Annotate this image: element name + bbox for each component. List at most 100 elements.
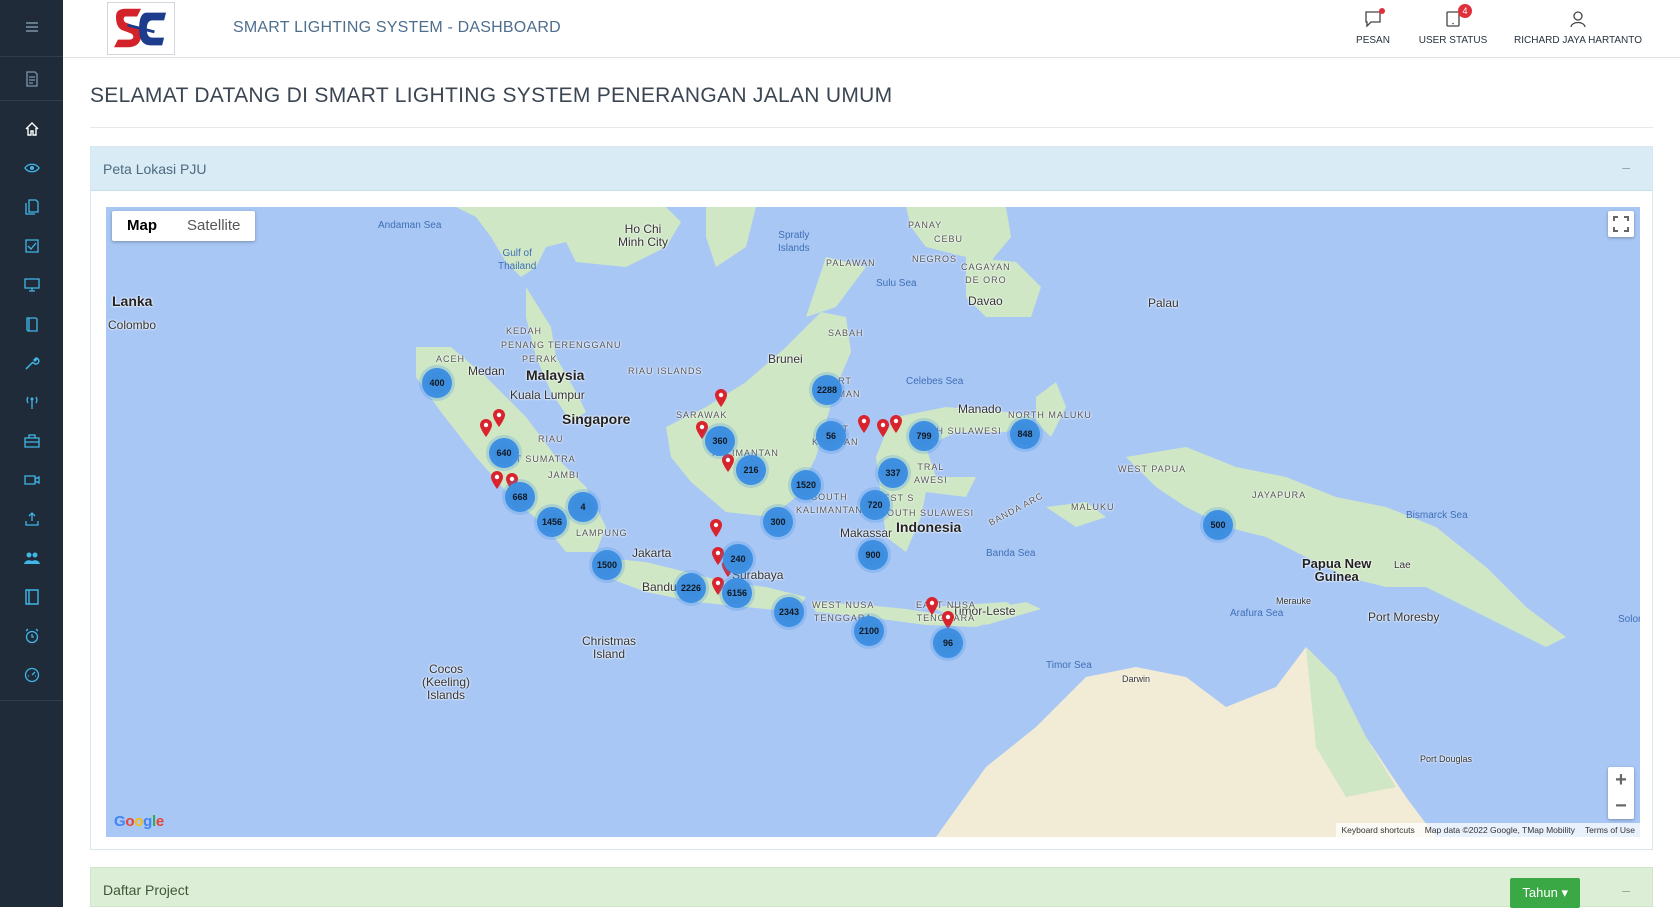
place-kedah: KEDAH xyxy=(506,326,543,336)
zoom-in-button[interactable]: + xyxy=(1608,767,1634,793)
place-banda-sea: Banda Sea xyxy=(986,548,1036,559)
collapse-button[interactable]: – xyxy=(1622,159,1630,175)
place-jakarta: Jakarta xyxy=(632,546,672,560)
google-logo: Google xyxy=(114,813,164,830)
map-data-text: Map data ©2022 Google, TMap Mobility xyxy=(1424,825,1575,835)
marker-cluster[interactable]: 56 xyxy=(816,421,846,451)
place-north-sulawesi: TH SULAWESI xyxy=(930,426,1002,436)
toolbox-icon[interactable] xyxy=(0,422,63,460)
marker-cluster[interactable]: 2100 xyxy=(854,616,884,646)
location-pin[interactable] xyxy=(714,389,728,407)
user-status-button[interactable]: 4 USER STATUS xyxy=(1411,4,1495,46)
marker-cluster[interactable]: 1500 xyxy=(592,550,622,580)
marker-cluster[interactable]: 720 xyxy=(860,490,890,520)
place-davao: Davao xyxy=(968,294,1003,308)
location-pin[interactable] xyxy=(876,419,890,437)
company-logo[interactable] xyxy=(107,2,175,55)
user-menu[interactable]: RICHARD JAYA HARTANTO xyxy=(1503,10,1653,46)
caret-down-icon: ▾ xyxy=(1561,885,1568,900)
report-icon[interactable] xyxy=(0,578,63,616)
location-pin[interactable] xyxy=(857,415,871,433)
marker-cluster[interactable]: 640 xyxy=(489,438,519,468)
marker-cluster[interactable]: 96 xyxy=(933,628,963,658)
project-collapse-button[interactable]: – xyxy=(1622,882,1630,898)
notification-dot xyxy=(1379,8,1385,14)
marker-cluster[interactable]: 2343 xyxy=(774,597,804,627)
place-penang: PENANG xyxy=(501,340,546,350)
monitor-icon[interactable] xyxy=(0,266,63,304)
marker-cluster[interactable]: 4 xyxy=(568,492,598,522)
marker-cluster[interactable]: 668 xyxy=(505,482,535,512)
marker-cluster[interactable]: 337 xyxy=(878,458,908,488)
marker-cluster[interactable]: 240 xyxy=(723,544,753,574)
marker-cluster[interactable]: 1520 xyxy=(791,470,821,500)
upload-icon[interactable] xyxy=(0,500,63,538)
location-pin[interactable] xyxy=(721,454,735,472)
fullscreen-button[interactable] xyxy=(1608,211,1634,237)
marker-cluster[interactable]: 799 xyxy=(909,421,939,451)
book-icon[interactable] xyxy=(0,305,63,343)
place-sabah: SABAH xyxy=(828,328,864,338)
marker-cluster[interactable]: 500 xyxy=(1203,510,1233,540)
location-pin[interactable] xyxy=(490,471,504,489)
users-icon[interactable] xyxy=(0,539,63,577)
place-makassar: Makassar xyxy=(840,526,893,540)
map-type-map-button[interactable]: Map xyxy=(112,211,172,241)
home-icon[interactable] xyxy=(0,110,63,148)
user-icon xyxy=(1569,10,1587,28)
antenna-icon[interactable] xyxy=(0,383,63,421)
zoom-out-button[interactable]: − xyxy=(1608,793,1634,819)
place-solomon: Solom xyxy=(1618,614,1640,625)
top-header: SMART LIGHTING SYSTEM - DASHBOARD PESAN … xyxy=(63,0,1680,58)
place-south-sulawesi: SOUTH SULAWESI xyxy=(880,508,975,518)
place-brunei: Brunei xyxy=(768,352,803,366)
place-terengganu: TERENGGANU xyxy=(548,340,622,350)
menu-icon[interactable] xyxy=(0,8,63,46)
place-west-papua: WEST PAPUA xyxy=(1118,464,1187,474)
location-pin[interactable] xyxy=(889,415,903,433)
marker-cluster[interactable]: 360 xyxy=(705,426,735,456)
marker-cluster[interactable]: 848 xyxy=(1010,419,1040,449)
user-name: RICHARD JAYA HARTANTO xyxy=(1514,35,1642,46)
marker-cluster[interactable]: 6156 xyxy=(722,578,752,608)
place-medan: Medan xyxy=(468,364,505,378)
location-pin[interactable] xyxy=(941,611,955,629)
google-map[interactable]: Andaman Sea Ho Chi Minh City Gulf of Thail… xyxy=(106,207,1640,837)
dashboard-icon[interactable] xyxy=(0,656,63,694)
map-type-satellite-button[interactable]: Satellite xyxy=(172,211,255,241)
place-cocos: Cocos (Keeling) Islands xyxy=(422,662,471,702)
marker-cluster[interactable]: 2288 xyxy=(812,375,842,405)
document-icon[interactable] xyxy=(0,60,63,98)
eye-icon[interactable] xyxy=(0,149,63,187)
messages-button[interactable]: PESAN xyxy=(1343,8,1403,46)
app-title: SMART LIGHTING SYSTEM - DASHBOARD xyxy=(233,19,561,36)
marker-cluster[interactable]: 400 xyxy=(422,368,452,398)
place-port-moresby: Port Moresby xyxy=(1368,610,1440,624)
location-pin[interactable] xyxy=(492,409,506,427)
place-riau: RIAU xyxy=(538,434,564,444)
year-button-label: Tahun xyxy=(1522,885,1558,900)
marker-cluster[interactable]: 216 xyxy=(736,455,766,485)
location-pin[interactable] xyxy=(479,419,493,437)
keyboard-shortcuts-link[interactable]: Keyboard shortcuts xyxy=(1336,823,1419,837)
marker-cluster[interactable]: 2226 xyxy=(676,573,706,603)
marker-cluster[interactable]: 300 xyxy=(763,507,793,537)
checklist-icon[interactable] xyxy=(0,227,63,265)
year-dropdown-button[interactable]: Tahun ▾ xyxy=(1510,878,1580,908)
video-icon[interactable] xyxy=(0,461,63,499)
wrench-icon[interactable] xyxy=(0,344,63,382)
place-papua-new-guinea: Papua New Guinea xyxy=(1302,556,1372,584)
files-icon[interactable] xyxy=(0,188,63,226)
marker-cluster[interactable]: 1456 xyxy=(537,507,567,537)
sidebar xyxy=(0,0,63,907)
place-aceh: ACEH xyxy=(436,354,466,364)
location-pin[interactable] xyxy=(925,597,939,615)
place-timor-sea: Timor Sea xyxy=(1046,660,1092,671)
location-pin[interactable] xyxy=(709,519,723,537)
marker-cluster[interactable]: 900 xyxy=(858,540,888,570)
terms-link[interactable]: Terms of Use xyxy=(1580,823,1640,837)
user-status-badge: 4 xyxy=(1458,4,1472,18)
map-panel: Peta Lokasi PJU – Andaman Sea Ho Chi Min… xyxy=(90,146,1653,850)
place-colombo: Colombo xyxy=(108,318,157,332)
alarm-icon[interactable] xyxy=(0,617,63,655)
